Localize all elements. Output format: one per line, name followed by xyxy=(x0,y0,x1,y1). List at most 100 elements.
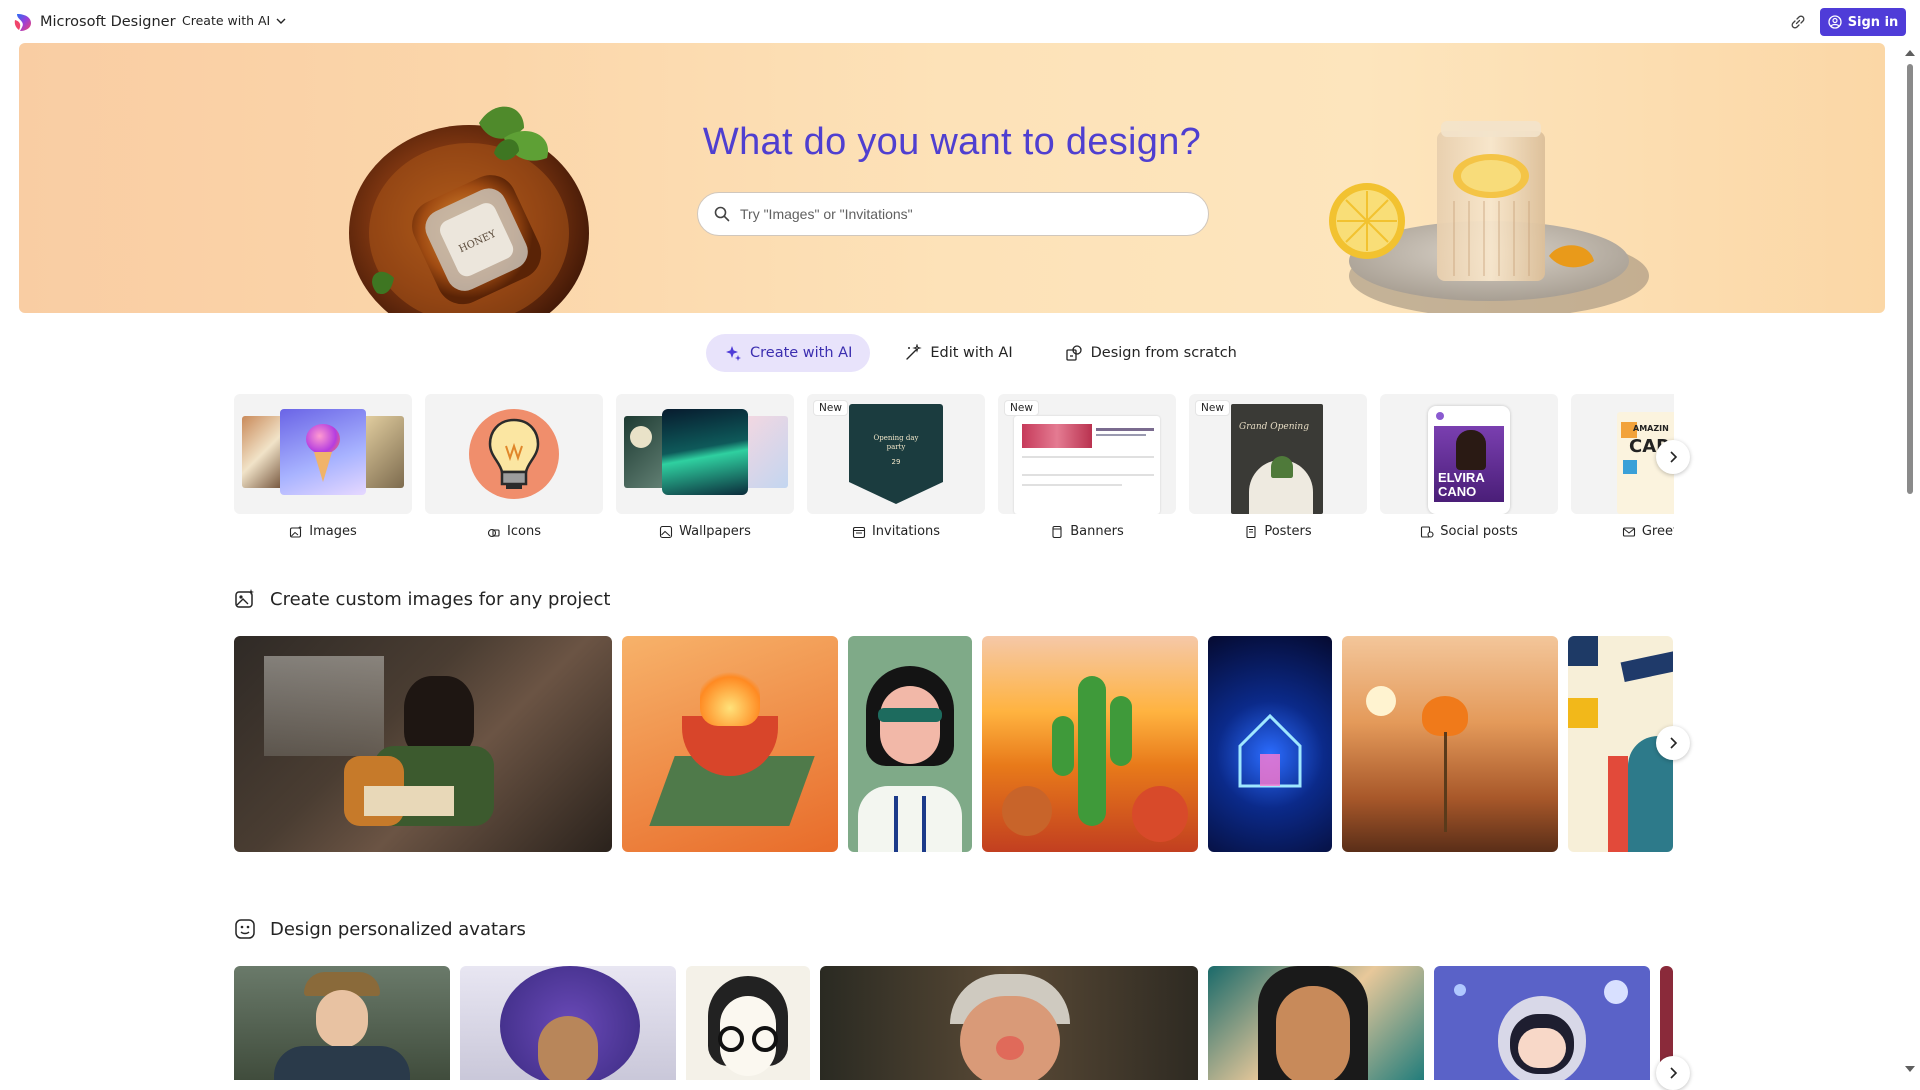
magic-wand-icon xyxy=(906,344,923,360)
invitation-heading: Opening day xyxy=(873,434,919,442)
category-label: Social posts xyxy=(1380,524,1558,539)
create-with-ai-menu[interactable]: Create with AI xyxy=(182,13,286,28)
category-thumbnail: ELVIRA CANO xyxy=(1380,394,1558,514)
category-invitations[interactable]: Opening day party 29 New Invitations xyxy=(807,394,985,539)
category-label-text: Wallpapers xyxy=(679,524,751,539)
image-tile-woman-portrait[interactable] xyxy=(848,636,972,852)
category-label: Invitations xyxy=(807,524,985,539)
mode-tabs: Create with AI Edit with AI Design from … xyxy=(706,334,1255,372)
scroll-thumb[interactable] xyxy=(1907,64,1913,494)
lemon-drink-illustration xyxy=(1329,121,1649,313)
avatar-tile-old-man[interactable] xyxy=(820,966,1198,1080)
category-thumbnail: New xyxy=(998,394,1176,514)
category-thumbnail: Grand Opening New xyxy=(1189,394,1367,514)
avatar-tile-comic-woman[interactable] xyxy=(1208,966,1424,1080)
poster-title: Grand Opening xyxy=(1239,422,1309,432)
wallpaper-icon xyxy=(660,525,673,538)
category-label: Posters xyxy=(1189,524,1367,539)
avatars-next-button[interactable] xyxy=(1656,1056,1690,1090)
images-section-header: Create custom images for any project xyxy=(234,588,610,610)
sign-in-button[interactable]: Sign in xyxy=(1820,8,1906,36)
hero-title: What do you want to design? xyxy=(702,121,1202,163)
category-icons[interactable]: Icons xyxy=(425,394,603,539)
avatar-tile-gardener[interactable] xyxy=(234,966,450,1080)
tab-edit-with-ai[interactable]: Edit with AI xyxy=(886,334,1030,372)
category-label: Banners xyxy=(998,524,1176,539)
category-label-text: Images xyxy=(309,524,357,539)
poster-icon xyxy=(1246,525,1256,538)
category-label: Images xyxy=(234,524,412,539)
images-next-button[interactable] xyxy=(1656,726,1690,760)
sign-in-label: Sign in xyxy=(1847,14,1899,30)
banner-icon xyxy=(1052,525,1062,538)
scroll-down-arrow-icon[interactable] xyxy=(1905,1066,1915,1072)
chevron-down-icon xyxy=(276,18,286,24)
images-carousel xyxy=(234,636,1673,852)
create-menu-label: Create with AI xyxy=(182,13,271,28)
search-icon xyxy=(714,206,730,222)
image-sparkle-icon xyxy=(290,525,303,538)
image-tile-mother-reading[interactable] xyxy=(234,636,612,852)
avatar-tile-curly-hair[interactable] xyxy=(460,966,676,1080)
avatar-sticker-icon xyxy=(235,919,255,939)
social-name-line1: ELVIRA xyxy=(1438,470,1485,485)
image-sparkle-icon xyxy=(235,589,254,608)
greeting-text-line1: AMAZIN xyxy=(1633,424,1669,433)
scroll-up-arrow-icon[interactable] xyxy=(1905,50,1915,56)
brand-name: Microsoft Designer xyxy=(40,14,176,30)
avatars-section-header: Design personalized avatars xyxy=(234,918,526,940)
category-label-text: Banners xyxy=(1070,524,1124,539)
shapes-icon xyxy=(1065,345,1082,361)
image-tile-barbecue[interactable] xyxy=(622,636,838,852)
tab-create-with-ai[interactable]: Create with AI xyxy=(706,334,871,372)
share-button[interactable] xyxy=(1787,12,1809,32)
designer-logo-icon xyxy=(14,14,31,31)
categories-next-button[interactable] xyxy=(1656,440,1690,474)
chevron-right-icon xyxy=(1670,451,1678,463)
category-posters[interactable]: Grand Opening New Posters xyxy=(1189,394,1367,539)
category-thumbnail xyxy=(616,394,794,514)
category-social-posts[interactable]: ELVIRA CANO Social posts xyxy=(1380,394,1558,539)
invitation-date: 29 xyxy=(891,458,901,466)
hero-banner: HONEY What do you want to design? Try "I… xyxy=(19,43,1885,313)
page-scrollbar[interactable] xyxy=(1900,44,1920,1080)
image-tile-poppy-sunset[interactable] xyxy=(1342,636,1558,852)
honey-jar-illustration: HONEY xyxy=(349,106,589,313)
lightbulb-icon xyxy=(488,418,540,489)
category-label-text: Invitations xyxy=(871,524,941,539)
search-box[interactable] xyxy=(697,192,1209,236)
category-label-text: Posters xyxy=(1264,524,1312,539)
top-bar: Microsoft Designer Create with AI Sign i… xyxy=(0,0,1920,44)
neon-house-icon xyxy=(1238,713,1302,788)
link-icon xyxy=(1791,15,1805,29)
image-tile-cactus-desert[interactable] xyxy=(982,636,1198,852)
category-label-text: Icons xyxy=(507,524,541,539)
user-circle-icon xyxy=(1828,15,1842,29)
search-input[interactable] xyxy=(740,206,1180,222)
avatars-section-title: Design personalized avatars xyxy=(270,918,526,940)
social-icon xyxy=(1421,525,1434,538)
category-label-text: Social posts xyxy=(1440,524,1518,539)
avatar-tile-sketch-glasses[interactable] xyxy=(686,966,810,1080)
chevron-right-icon xyxy=(1670,737,1678,749)
category-thumbnail: Opening day party 29 New xyxy=(807,394,985,514)
tab-scratch-label: Design from scratch xyxy=(1090,345,1237,361)
new-badge: New xyxy=(813,400,848,416)
new-badge: New xyxy=(1004,400,1039,416)
brand[interactable]: Microsoft Designer xyxy=(14,12,176,32)
category-wallpapers[interactable]: Wallpapers xyxy=(616,394,794,539)
image-tile-neon-house[interactable] xyxy=(1208,636,1332,852)
shapes-sparkle-icon xyxy=(487,528,500,537)
avatar-tile-pixel-astronaut[interactable] xyxy=(1434,966,1650,1080)
social-name-line2: CANO xyxy=(1438,484,1477,499)
category-label-text: Greeting xyxy=(1641,524,1674,539)
tab-design-from-scratch[interactable]: Design from scratch xyxy=(1047,334,1255,372)
category-carousel: Images Icons Wallpapers Opening day part… xyxy=(234,394,1674,544)
category-images[interactable]: Images xyxy=(234,394,412,539)
category-banners[interactable]: New Banners xyxy=(998,394,1176,539)
images-section-title: Create custom images for any project xyxy=(270,588,611,610)
category-label: Icons xyxy=(425,524,603,539)
tab-edit-label: Edit with AI xyxy=(930,345,1013,361)
category-label: Greeting xyxy=(1571,524,1674,539)
calendar-icon xyxy=(852,526,865,538)
